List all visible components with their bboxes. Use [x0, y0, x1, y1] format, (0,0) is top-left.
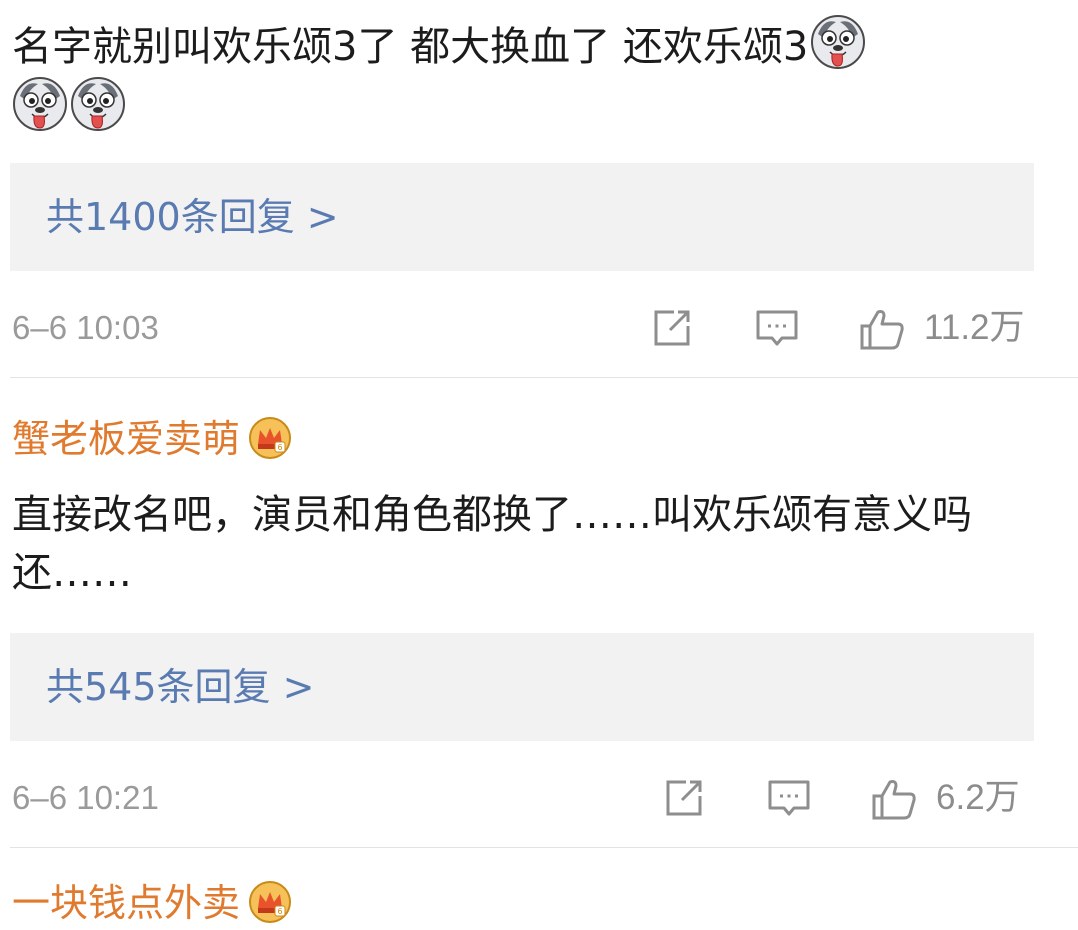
like-count: 11.2万	[924, 308, 1025, 347]
comment-2-text: 直接改名吧，演员和角色都换了……叫欢乐颂有意义吗还……	[12, 492, 972, 596]
like-count: 6.2万	[936, 778, 1020, 817]
like-icon[interactable]	[858, 306, 906, 352]
husky-tongue-icon	[810, 14, 866, 70]
comment-meta-row: 6–6 10:21 6.2万	[12, 770, 1032, 826]
repost-icon[interactable]	[650, 306, 694, 350]
comment-time: 6–6 10:21	[12, 779, 159, 816]
vip-crown-icon	[248, 416, 292, 460]
comment-meta-row: 6–6 10:03 11.2万	[12, 300, 1032, 356]
like-icon[interactable]	[870, 776, 918, 822]
divider	[10, 847, 1078, 848]
username-text[interactable]: 一块钱点外卖	[12, 881, 240, 925]
username-text[interactable]: 蟹老板爱卖萌	[12, 417, 240, 461]
comment-icon[interactable]	[754, 306, 800, 350]
comment-3-username[interactable]: 一块钱点外卖	[12, 876, 292, 930]
replies-link[interactable]: 共1400条回复 >	[46, 191, 339, 243]
comment-time: 6–6 10:03	[12, 309, 159, 346]
replies-link[interactable]: 共545条回复 >	[46, 661, 314, 713]
husky-tongue-icon	[12, 76, 68, 132]
comment-icon[interactable]	[766, 776, 812, 820]
replies-box[interactable]: 共545条回复 >	[10, 633, 1034, 741]
husky-tongue-icon	[70, 76, 126, 132]
vip-crown-icon	[248, 880, 292, 924]
repost-icon[interactable]	[662, 776, 706, 820]
replies-box[interactable]: 共1400条回复 >	[10, 163, 1034, 271]
divider	[10, 377, 1078, 378]
comment-text-body: 名字就别叫欢乐颂3了 都大换血了 还欢乐颂3	[12, 24, 809, 70]
comment-2-username[interactable]: 蟹老板爱卖萌	[12, 412, 292, 466]
comment-1-text: 名字就别叫欢乐颂3了 都大换血了 还欢乐颂3	[12, 14, 1052, 138]
